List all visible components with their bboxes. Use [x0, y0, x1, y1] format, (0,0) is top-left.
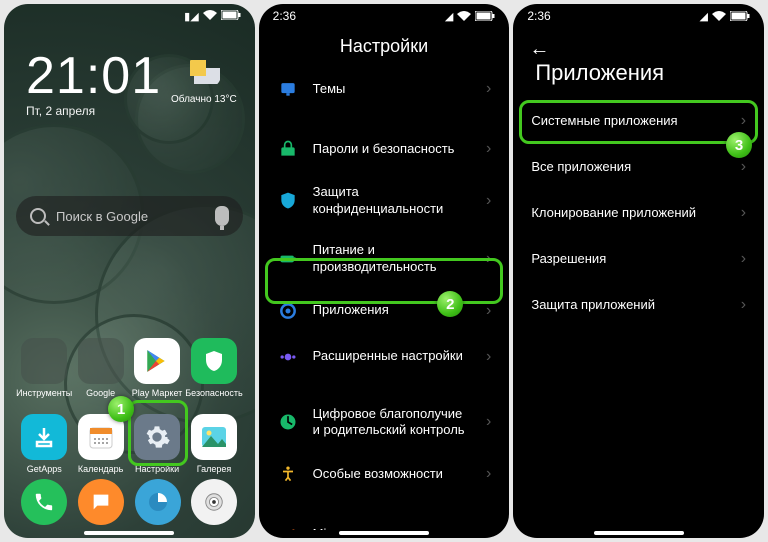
row-themes[interactable]: Темы ›	[259, 66, 510, 112]
chevron-right-icon: ›	[486, 413, 491, 431]
folder-icon	[21, 338, 67, 384]
clock-time: 21:01	[26, 50, 161, 102]
row-accessibility[interactable]: Особые возможности ›	[259, 451, 510, 497]
dock-browser[interactable]	[135, 479, 181, 525]
row-power[interactable]: Питание и производительность ›	[259, 230, 510, 288]
settings-list[interactable]: Темы › Пароли и безопасность › Защита ко…	[259, 66, 510, 530]
lock-icon	[277, 138, 299, 160]
row-apps[interactable]: Приложения ›	[259, 288, 510, 334]
row-mi-account[interactable]: mi Mi аккаунт ›	[259, 511, 510, 530]
chevron-right-icon: ›	[741, 250, 746, 268]
status-bar: ▮◢	[4, 4, 255, 28]
app-play-market[interactable]: Play Маркет	[129, 338, 185, 398]
chevron-right-icon: ›	[486, 250, 491, 268]
app-calendar[interactable]: Календарь	[72, 414, 128, 474]
row-privacy[interactable]: Защита конфиденциальности ›	[259, 172, 510, 230]
app-settings[interactable]: Настройки	[129, 414, 185, 474]
status-icons: ◢	[445, 10, 495, 23]
search-icon	[30, 208, 46, 224]
clock-widget[interactable]: 21:01 Пт, 2 апреля	[26, 50, 161, 118]
chevron-right-icon: ›	[486, 302, 491, 320]
dock-camera[interactable]	[191, 479, 237, 525]
app-gallery[interactable]: Галерея	[185, 414, 242, 474]
dock-phone[interactable]	[21, 479, 67, 525]
step-badge-3: 3	[726, 132, 752, 158]
apps-screen: 2:36 ◢ ← Приложения Системные приложения…	[513, 4, 764, 538]
chevron-right-icon: ›	[741, 112, 746, 130]
step-badge-1: 1	[108, 396, 134, 422]
row-all-apps[interactable]: Все приложения ›	[513, 144, 764, 190]
app-google-folder[interactable]: Google	[72, 338, 128, 398]
row-cloning[interactable]: Клонирование приложений ›	[513, 190, 764, 236]
row-app-protection[interactable]: Защита приложений ›	[513, 282, 764, 328]
apps-icon	[277, 300, 299, 322]
chevron-right-icon: ›	[486, 140, 491, 158]
chevron-right-icon: ›	[486, 80, 491, 98]
row-wellbeing[interactable]: Цифровое благополучие и родительский кон…	[259, 394, 510, 452]
wifi-icon	[203, 10, 217, 23]
shield-icon	[191, 338, 237, 384]
dock	[4, 476, 255, 528]
chevron-right-icon: ›	[741, 158, 746, 176]
search-placeholder: Поиск в Google	[56, 209, 148, 224]
getapps-icon	[21, 414, 67, 460]
row-advanced[interactable]: Расширенные настройки ›	[259, 334, 510, 380]
folder-icon	[78, 338, 124, 384]
chevron-right-icon: ›	[486, 348, 491, 366]
status-icons: ◢	[700, 10, 750, 23]
battery-icon	[730, 11, 750, 21]
mic-icon[interactable]	[215, 206, 229, 226]
page-title: Приложения	[513, 60, 764, 86]
chevron-right-icon: ›	[741, 296, 746, 314]
wellbeing-icon	[277, 411, 299, 433]
app-security[interactable]: Безопасность	[185, 338, 242, 398]
home-screen: ▮◢ 21:01 Пт, 2 апреля Облачно 13°C Поиск…	[4, 4, 255, 538]
mi-icon: mi	[277, 523, 299, 530]
settings-icon	[134, 414, 180, 460]
nav-handle[interactable]	[594, 531, 684, 535]
weather-widget[interactable]: Облачно 13°C	[171, 54, 237, 106]
chevron-right-icon: ›	[486, 192, 491, 210]
themes-icon	[277, 78, 299, 100]
status-icons: ▮◢	[184, 10, 241, 23]
status-time: 2:36	[273, 9, 296, 23]
chevron-right-icon: ›	[486, 465, 491, 483]
weather-text: Облачно 13°C	[171, 94, 237, 106]
apps-list[interactable]: Системные приложения › Все приложения › …	[513, 98, 764, 530]
shield-icon	[277, 190, 299, 212]
nav-handle[interactable]	[339, 531, 429, 535]
status-bar: 2:36 ◢	[259, 4, 510, 28]
app-instruments[interactable]: Инструменты	[16, 338, 72, 398]
status-time: 2:36	[527, 9, 550, 23]
play-market-icon	[134, 338, 180, 384]
battery-icon	[221, 10, 241, 23]
row-system-apps[interactable]: Системные приложения ›	[513, 98, 764, 144]
row-permissions[interactable]: Разрешения ›	[513, 236, 764, 282]
row-passwords[interactable]: Пароли и безопасность ›	[259, 126, 510, 172]
page-title: Настройки	[259, 36, 510, 57]
chevron-right-icon: ›	[741, 204, 746, 222]
weather-icon	[186, 54, 222, 90]
accessibility-icon	[277, 463, 299, 485]
google-search-bar[interactable]: Поиск в Google	[16, 196, 243, 236]
battery-icon	[475, 11, 495, 21]
settings-screen: 2:36 ◢ Настройки Темы › Пароли и безопас…	[259, 4, 510, 538]
back-button[interactable]: ←	[529, 38, 549, 61]
signal-icon: ◢	[700, 10, 708, 23]
signal-icon: ◢	[445, 10, 453, 23]
chevron-right-icon: ›	[486, 525, 491, 530]
battery-icon	[277, 248, 299, 270]
gallery-icon	[191, 414, 237, 460]
dock-messages[interactable]	[78, 479, 124, 525]
signal-icon: ▮◢	[184, 10, 199, 23]
nav-handle[interactable]	[84, 531, 174, 535]
advanced-icon	[277, 346, 299, 368]
wifi-icon	[712, 11, 726, 21]
status-bar: 2:36 ◢	[513, 4, 764, 28]
clock-date: Пт, 2 апреля	[26, 104, 161, 118]
app-getapps[interactable]: GetApps	[16, 414, 72, 474]
wifi-icon	[457, 11, 471, 21]
